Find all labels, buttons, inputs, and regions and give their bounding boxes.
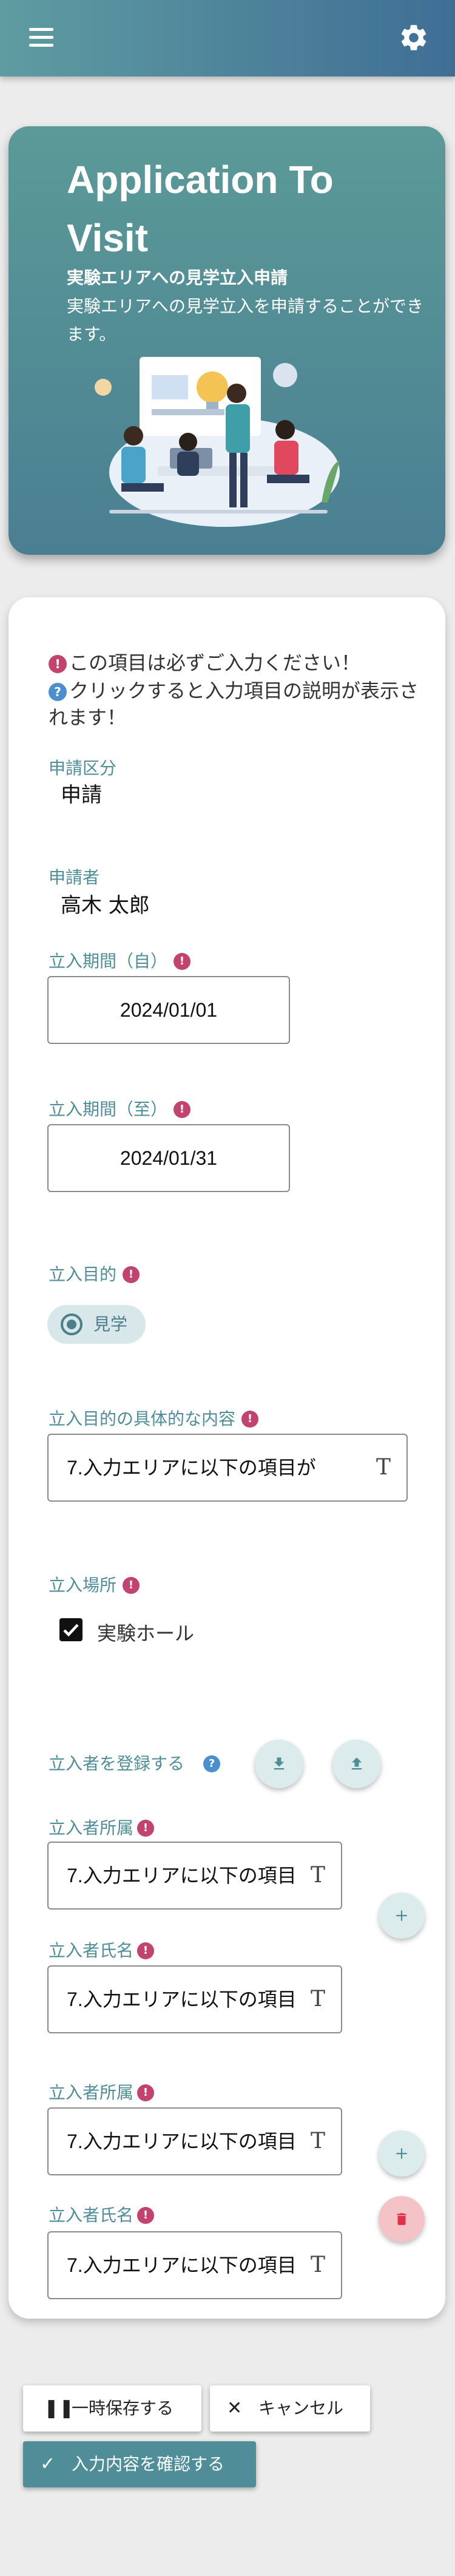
location-label-text: 立入場所 — [49, 1575, 117, 1595]
add-visitor-button[interactable] — [379, 1893, 425, 1939]
required-notice-text: この項目は必ずご入力ください！ — [69, 651, 361, 674]
text-format-icon: T — [376, 1455, 391, 1480]
text-format-icon: T — [310, 1987, 325, 2012]
location-checkbox[interactable] — [59, 1618, 83, 1641]
application-type-label: 申請区分 — [49, 758, 117, 778]
visitor-name-value: 7.入力エリアに以下の項目 — [67, 1988, 297, 2010]
location-option-label: 実験ホール — [97, 1622, 195, 1645]
period-from-input[interactable]: 2024/01/01 — [47, 976, 290, 1044]
visitor-affiliation-label: 立入者所属! — [49, 1815, 157, 1839]
purpose-detail-label: 立入目的の具体的な内容! — [49, 1406, 261, 1430]
required-mark-icon: ! — [174, 953, 191, 970]
upload-icon — [351, 1757, 362, 1770]
required-mark-icon: ! — [174, 1101, 191, 1118]
required-mark-icon: ! — [137, 1820, 155, 1837]
register-visitor-label: 立入者を登録する ? — [49, 1751, 223, 1775]
purpose-radio-option[interactable]: 見学 — [47, 1305, 146, 1344]
visitor-affiliation-label-text: 立入者所属 — [49, 1818, 134, 1838]
purpose-detail-input[interactable]: 7.入力エリアに以下の項目が T — [47, 1434, 408, 1502]
required-mark-icon: ! — [137, 1942, 155, 1959]
help-question-icon: ? — [49, 683, 67, 701]
upload-button[interactable] — [332, 1740, 381, 1788]
required-mark-icon: ! — [123, 1266, 140, 1283]
application-form-card: ! この項目は必ずご入力ください！ ? クリックすると入力項目の説明が表示されます！… — [8, 597, 445, 2319]
delete-visitor-button[interactable] — [379, 2196, 425, 2242]
visitor-affiliation-label-text: 立入者所属 — [49, 2083, 134, 2103]
add-visitor-button[interactable] — [379, 2130, 425, 2177]
plus-icon — [396, 1910, 407, 1921]
close-icon: ✕ — [227, 2398, 243, 2419]
checkmark-icon — [63, 1624, 79, 1637]
pause-icon: ❚❚ — [44, 2398, 75, 2419]
temporary-save-label: 一時保存する — [72, 2398, 174, 2418]
help-question-icon[interactable]: ? — [203, 1755, 220, 1772]
visitor-affiliation-value: 7.入力エリアに以下の項目 — [67, 1865, 297, 1886]
purpose-option-label: 見学 — [93, 1314, 128, 1334]
app-bar — [0, 0, 455, 76]
visitor-affiliation-value: 7.入力エリアに以下の項目 — [67, 2130, 297, 2152]
plus-icon — [396, 2148, 407, 2159]
period-from-label-text: 立入期間（自） — [49, 951, 168, 971]
temporary-save-button[interactable]: ❚❚ 一時保存する — [23, 2385, 201, 2432]
visitor-name-label-text: 立入者氏名 — [49, 1940, 134, 1961]
period-from-label: 立入期間（自）! — [49, 948, 193, 972]
purpose-detail-value: 7.入力エリアに以下の項目が — [67, 1457, 316, 1479]
visitor-name-input[interactable]: 7.入力エリアに以下の項目 T — [47, 1965, 342, 2033]
text-format-icon: T — [310, 2252, 325, 2277]
visitor-name-input[interactable]: 7.入力エリアに以下の項目 T — [47, 2231, 342, 2299]
hamburger-menu-icon[interactable] — [29, 28, 53, 49]
purpose-label-text: 立入目的 — [49, 1264, 117, 1284]
cancel-label: キャンセル — [258, 2398, 344, 2418]
meeting-illustration — [95, 357, 340, 527]
visitor-affiliation-input[interactable]: 7.入力エリアに以下の項目 T — [47, 1842, 342, 1910]
register-visitor-label-text: 立入者を登録する — [49, 1754, 185, 1774]
period-to-label: 立入期間（至）! — [49, 1096, 193, 1120]
visitor-name-label-text: 立入者氏名 — [49, 2205, 134, 2225]
text-format-icon: T — [310, 1863, 325, 1888]
trash-icon — [397, 2213, 406, 2225]
applicant-label: 申請者 — [49, 867, 100, 887]
purpose-label: 立入目的! — [49, 1261, 142, 1286]
applicant-value: 高木 太郎 — [61, 893, 150, 918]
hero-card: Application To Visit 実験エリアへの見学立入申請 実験エリア… — [8, 126, 445, 555]
hero-title: Application To Visit — [67, 158, 334, 260]
required-notice: ! この項目は必ずご入力ください！ — [49, 649, 360, 676]
location-label: 立入場所! — [49, 1572, 142, 1596]
visitor-affiliation-input[interactable]: 7.入力エリアに以下の項目 T — [47, 2107, 342, 2175]
cancel-button[interactable]: ✕ キャンセル — [210, 2385, 370, 2432]
gear-icon[interactable] — [398, 22, 430, 53]
required-mark-icon: ! — [123, 1577, 140, 1594]
required-mark-icon: ! — [49, 655, 67, 673]
download-icon — [274, 1757, 285, 1770]
confirm-input-button[interactable]: ✓ 入力内容を確認する — [23, 2441, 256, 2487]
hero-subtitle: 実験エリアへの見学立入申請 — [67, 268, 288, 288]
visitor-affiliation-label: 立入者所属! — [49, 2079, 157, 2104]
period-to-input[interactable]: 2024/01/31 — [47, 1124, 290, 1192]
period-to-label-text: 立入期間（至） — [49, 1099, 168, 1119]
application-type-value: 申請 — [61, 783, 102, 807]
hero-description: 実験エリアへの見学立入を申請することができます。 — [67, 296, 424, 344]
radio-selected-icon — [61, 1313, 83, 1335]
required-mark-icon: ! — [137, 2207, 155, 2224]
text-format-icon: T — [310, 2129, 325, 2154]
help-notice-text: クリックすると入力項目の説明が表示されます！ — [49, 679, 419, 729]
visitor-name-label: 立入者氏名! — [49, 2202, 157, 2226]
confirm-input-label: 入力内容を確認する — [72, 2454, 225, 2474]
visitor-name-label: 立入者氏名! — [49, 1937, 157, 1962]
visitor-name-value: 7.入力エリアに以下の項目 — [67, 2254, 297, 2276]
help-notice: ? クリックすると入力項目の説明が表示されます！ — [49, 677, 425, 731]
required-mark-icon: ! — [241, 1411, 259, 1428]
check-icon: ✓ — [40, 2453, 56, 2475]
purpose-detail-label-text: 立入目的の具体的な内容 — [49, 1409, 236, 1429]
download-button[interactable] — [255, 1740, 303, 1788]
required-mark-icon: ! — [137, 2084, 155, 2101]
